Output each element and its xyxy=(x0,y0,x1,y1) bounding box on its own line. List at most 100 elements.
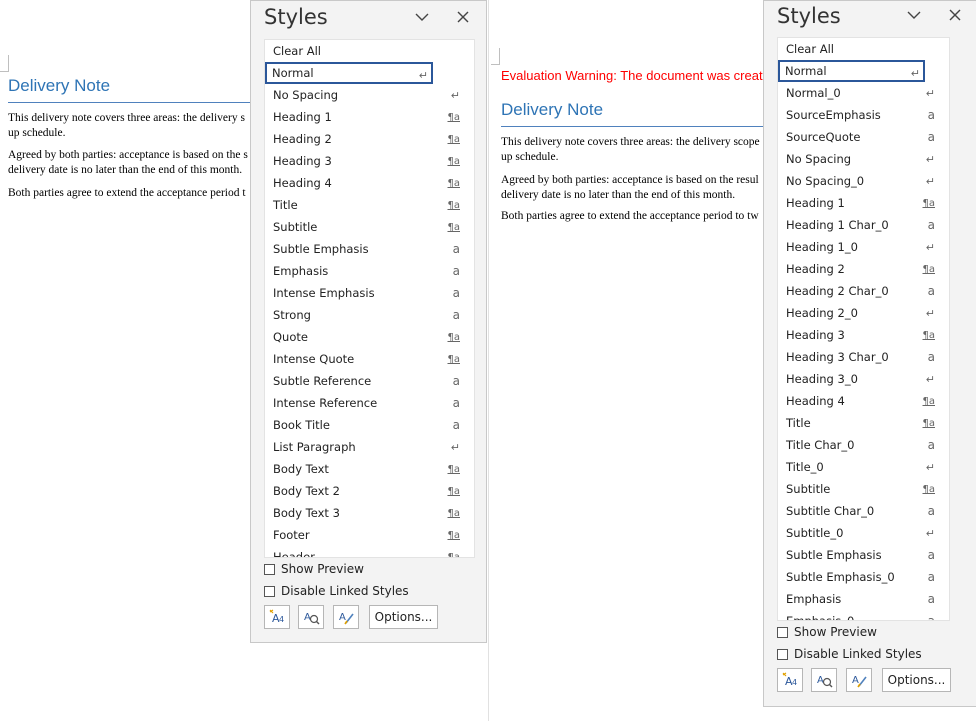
style-item[interactable]: Heading 1 ¶a xyxy=(778,192,949,214)
character-style-icon: a xyxy=(452,242,460,256)
checkbox-box[interactable] xyxy=(777,626,788,638)
checkbox-box[interactable] xyxy=(264,563,275,575)
style-item[interactable]: Heading 3 Char_0 a xyxy=(778,346,949,368)
style-item[interactable]: Heading 2 Char_0 a xyxy=(778,280,949,302)
linked-style-icon: ¶a xyxy=(922,417,936,429)
show-preview-checkbox[interactable]: Show Preview xyxy=(264,560,364,578)
manage-styles-button[interactable]: A xyxy=(333,605,359,629)
style-item[interactable]: Header ¶a xyxy=(265,546,474,558)
linked-style-icon: ¶a xyxy=(447,155,461,167)
style-item[interactable]: SourceQuote a xyxy=(778,126,949,148)
style-item[interactable]: Heading 2_0 ↵ xyxy=(778,302,949,324)
linked-style-icon: ¶a xyxy=(922,329,936,341)
style-item[interactable]: Normal ↵ xyxy=(265,62,433,84)
style-item[interactable]: Subtle Reference a xyxy=(265,370,474,392)
style-item[interactable]: Subtle Emphasis a xyxy=(265,238,474,260)
style-item[interactable]: Subtitle ¶a xyxy=(265,216,474,238)
style-item[interactable]: Subtitle Char_0 a xyxy=(778,500,949,522)
document-heading: Delivery Note xyxy=(501,100,604,119)
chevron-down-icon[interactable] xyxy=(904,5,924,25)
style-item[interactable]: Clear All xyxy=(265,40,474,62)
style-item[interactable]: Clear All xyxy=(778,38,949,60)
chevron-down-icon[interactable] xyxy=(412,7,432,27)
style-item-label: Clear All xyxy=(273,44,321,58)
style-item[interactable]: No Spacing ↵ xyxy=(778,148,949,170)
style-item[interactable]: Intense Reference a xyxy=(265,392,474,414)
style-item[interactable]: Heading 1 ¶a xyxy=(265,106,474,128)
style-item-label: Heading 1 xyxy=(273,110,332,124)
character-style-icon: a xyxy=(452,396,460,410)
new-style-button[interactable]: A4 xyxy=(264,605,290,629)
style-item-label: Subtle Emphasis xyxy=(786,548,882,562)
checkbox-box[interactable] xyxy=(264,585,275,597)
style-item[interactable]: Normal ↵ xyxy=(778,60,925,82)
style-item[interactable]: Heading 2 ¶a xyxy=(265,128,474,150)
new-style-button[interactable]: A4 xyxy=(777,668,803,692)
linked-style-icon: ¶a xyxy=(922,483,936,495)
style-item[interactable]: Heading 3_0 ↵ xyxy=(778,368,949,390)
style-item[interactable]: Normal_0 ↵ xyxy=(778,82,949,104)
style-item[interactable]: Heading 3 ¶a xyxy=(778,324,949,346)
style-item-label: Title xyxy=(273,198,298,212)
style-item[interactable]: Subtle Emphasis_0 a xyxy=(778,566,949,588)
style-item[interactable]: Body Text 3 ¶a xyxy=(265,502,474,524)
disable-linked-styles-checkbox[interactable]: Disable Linked Styles xyxy=(264,582,409,600)
style-item[interactable]: Heading 4 ¶a xyxy=(265,172,474,194)
style-item[interactable]: Title ¶a xyxy=(778,412,949,434)
style-item[interactable]: Heading 3 ¶a xyxy=(265,150,474,172)
style-item[interactable]: Subtitle ¶a xyxy=(778,478,949,500)
svg-text:A: A xyxy=(339,612,346,623)
style-item[interactable]: No Spacing ↵ xyxy=(265,84,474,106)
style-item[interactable]: Emphasis a xyxy=(265,260,474,282)
character-style-icon: a xyxy=(927,570,935,584)
style-item[interactable]: Heading 1 Char_0 a xyxy=(778,214,949,236)
style-item[interactable]: Heading 4 ¶a xyxy=(778,390,949,412)
style-item[interactable]: Body Text 2 ¶a xyxy=(265,480,474,502)
style-item[interactable]: Emphasis a xyxy=(778,588,949,610)
style-item[interactable]: Book Title a xyxy=(265,414,474,436)
show-preview-checkbox[interactable]: Show Preview xyxy=(777,623,877,641)
style-item-label: SourceEmphasis xyxy=(786,108,881,122)
character-style-icon: a xyxy=(927,284,935,298)
style-item-label: Header xyxy=(273,550,315,558)
style-inspector-button[interactable]: A xyxy=(298,605,324,629)
style-item-label: Book Title xyxy=(273,418,330,432)
style-item[interactable]: Strong a xyxy=(265,304,474,326)
style-item[interactable]: Subtitle_0 ↵ xyxy=(778,522,949,544)
style-item[interactable]: Body Text ¶a xyxy=(265,458,474,480)
style-item[interactable]: Emphasis_0 a xyxy=(778,610,949,620)
style-item-label: Heading 4 xyxy=(786,394,845,408)
pane-title: Styles xyxy=(264,5,328,29)
styles-list[interactable]: Clear All Normal ↵ No Spacing ↵ Heading 1 ¶a He… xyxy=(264,39,475,558)
style-item[interactable]: Quote ¶a xyxy=(265,326,474,348)
character-style-icon: a xyxy=(452,264,460,278)
style-item[interactable]: Heading 2 ¶a xyxy=(778,258,949,280)
styles-list[interactable]: Clear All Normal ↵ Normal_0 ↵ SourceEmphasis a… xyxy=(777,37,950,621)
style-item[interactable]: Subtle Emphasis a xyxy=(778,544,949,566)
style-item-label: Emphasis xyxy=(273,264,329,278)
close-icon[interactable] xyxy=(945,5,965,25)
paragraph-return-icon: ↵ xyxy=(925,152,935,166)
style-item[interactable]: Title ¶a xyxy=(265,194,474,216)
style-item[interactable]: No Spacing_0 ↵ xyxy=(778,170,949,192)
disable-linked-styles-checkbox[interactable]: Disable Linked Styles xyxy=(777,645,922,663)
svg-text:4: 4 xyxy=(792,678,797,687)
style-item[interactable]: Footer ¶a xyxy=(265,524,474,546)
style-item[interactable]: Intense Quote ¶a xyxy=(265,348,474,370)
style-item[interactable]: Title Char_0 a xyxy=(778,434,949,456)
style-item[interactable]: List Paragraph ↵ xyxy=(265,436,474,458)
manage-styles-button[interactable]: A xyxy=(846,668,872,692)
paragraph-return-icon: ↵ xyxy=(925,372,935,386)
options-button[interactable]: Options... xyxy=(882,668,951,692)
style-item[interactable]: SourceEmphasis a xyxy=(778,104,949,126)
style-item-label: Heading 3_0 xyxy=(786,372,858,386)
character-style-icon: a xyxy=(927,504,935,518)
svg-text:A: A xyxy=(817,675,824,686)
options-button[interactable]: Options... xyxy=(369,605,438,629)
style-item[interactable]: Intense Emphasis a xyxy=(265,282,474,304)
style-inspector-button[interactable]: A xyxy=(811,668,837,692)
close-icon[interactable] xyxy=(453,7,473,27)
style-item[interactable]: Heading 1_0 ↵ xyxy=(778,236,949,258)
style-item[interactable]: Title_0 ↵ xyxy=(778,456,949,478)
checkbox-box[interactable] xyxy=(777,648,788,660)
